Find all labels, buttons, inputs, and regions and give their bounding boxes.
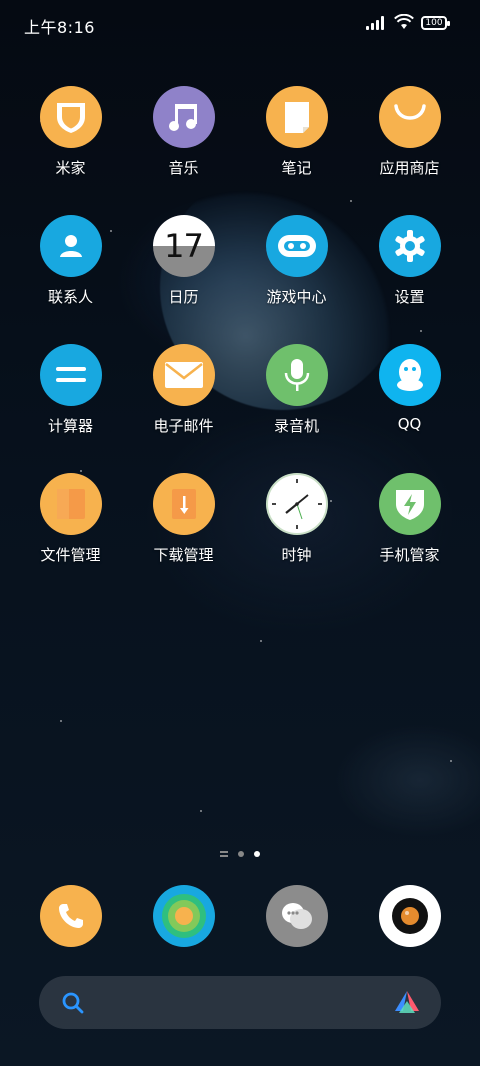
phone-icon <box>39 885 102 947</box>
page-dot-active[interactable] <box>254 851 260 857</box>
qq-icon <box>378 344 441 406</box>
app-app-store[interactable]: 应用商店 <box>353 86 466 215</box>
search-icon <box>62 992 84 1014</box>
calculator-icon <box>39 344 102 406</box>
dock-phone[interactable] <box>14 885 127 947</box>
app-label: 应用商店 <box>379 159 440 177</box>
app-settings[interactable]: 设置 <box>353 215 466 344</box>
calendar-icon: 17 <box>152 215 215 277</box>
app-label: 下载管理 <box>153 546 214 564</box>
app-label: 米家 <box>55 159 86 177</box>
app-label: 音乐 <box>168 159 199 177</box>
mi-home-icon <box>39 86 102 148</box>
dock-messages[interactable] <box>240 885 353 947</box>
camera-icon <box>378 885 441 947</box>
app-label: QQ <box>397 415 422 433</box>
app-label: 设置 <box>394 288 425 306</box>
dock-camera[interactable] <box>353 885 466 947</box>
app-label: 日历 <box>168 288 199 306</box>
browser-icon <box>152 885 215 947</box>
app-security[interactable]: 手机管家 <box>353 473 466 602</box>
app-calculator[interactable]: 计算器 <box>14 344 127 473</box>
app-download-manager[interactable]: 下载管理 <box>127 473 240 602</box>
app-label: 联系人 <box>47 288 93 306</box>
notes-icon <box>265 86 328 148</box>
app-file-manager[interactable]: 文件管理 <box>14 473 127 602</box>
app-label: 手机管家 <box>379 546 440 564</box>
app-music[interactable]: 音乐 <box>127 86 240 215</box>
file-manager-icon <box>39 473 102 535</box>
clock-icon <box>265 473 328 535</box>
app-label: 文件管理 <box>40 546 101 564</box>
app-store-icon <box>378 86 441 148</box>
app-label: 电子邮件 <box>153 417 214 435</box>
contacts-icon <box>39 215 102 277</box>
calendar-day: 17 <box>164 227 204 265</box>
security-icon <box>378 473 441 535</box>
app-label: 计算器 <box>47 417 93 435</box>
signal-icon <box>366 16 388 30</box>
battery-icon: 100 <box>421 16 450 30</box>
app-label: 游戏中心 <box>266 288 327 306</box>
status-time: 上午8:16 <box>24 18 95 37</box>
recorder-icon <box>265 344 328 406</box>
settings-icon <box>378 215 441 277</box>
download-manager-icon <box>152 473 215 535</box>
search-bar[interactable] <box>39 976 441 1029</box>
app-recorder[interactable]: 录音机 <box>240 344 353 473</box>
app-notes[interactable]: 笔记 <box>240 86 353 215</box>
app-label: 录音机 <box>273 417 319 435</box>
app-clock[interactable]: 时钟 <box>240 473 353 602</box>
app-contacts[interactable]: 联系人 <box>14 215 127 344</box>
app-drawer-indicator-icon[interactable] <box>220 851 228 857</box>
page-dot[interactable] <box>238 851 244 857</box>
app-email[interactable]: 电子邮件 <box>127 344 240 473</box>
app-grid: 米家 音乐 笔记 应用商店 联系人 17 日历 游戏中心 设置 计算器 电子邮件… <box>0 86 480 602</box>
status-bar: 上午8:16 100 <box>0 0 480 44</box>
assistant-icon[interactable] <box>393 989 421 1015</box>
wifi-icon <box>394 14 414 29</box>
page-indicator <box>0 851 480 857</box>
messages-icon <box>265 885 328 947</box>
music-icon <box>152 86 215 148</box>
app-calendar[interactable]: 17 日历 <box>127 215 240 344</box>
app-qq[interactable]: QQ <box>353 344 466 473</box>
dock <box>14 885 466 947</box>
email-icon <box>152 344 215 406</box>
app-label: 笔记 <box>281 159 312 177</box>
app-label: 时钟 <box>281 546 312 564</box>
game-center-icon <box>265 215 328 277</box>
app-mi-home[interactable]: 米家 <box>14 86 127 215</box>
dock-browser[interactable] <box>127 885 240 947</box>
app-game-center[interactable]: 游戏中心 <box>240 215 353 344</box>
